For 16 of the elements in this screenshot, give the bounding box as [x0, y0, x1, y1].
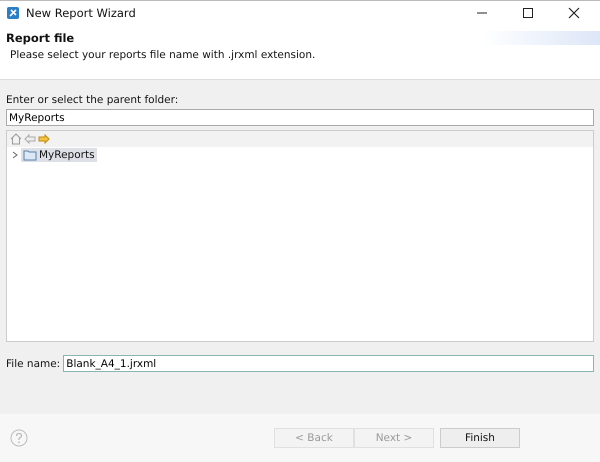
forward-arrow-icon[interactable] [38, 133, 50, 145]
tree-item[interactable]: MyReports [21, 148, 97, 162]
folder-field[interactable]: MyReports [6, 109, 594, 126]
app-icon [6, 6, 20, 20]
expand-caret-icon[interactable] [11, 151, 19, 159]
wizard-button[interactable]: Finish [440, 428, 520, 448]
window-title: New Report Wizard [26, 6, 136, 20]
file-name-field[interactable]: Blank_A4_1.jrxml [63, 355, 594, 372]
field-label: File name: [6, 358, 60, 370]
field-label: Enter or select the parent folder: [6, 94, 180, 106]
page-title: Report file [6, 31, 74, 45]
close-icon[interactable] [568, 7, 580, 19]
home-icon[interactable] [10, 133, 22, 145]
maximize-icon[interactable] [522, 7, 534, 19]
folder-icon [23, 149, 37, 161]
page-description: Please select your reports file name with .jrxml extension. [10, 49, 316, 61]
